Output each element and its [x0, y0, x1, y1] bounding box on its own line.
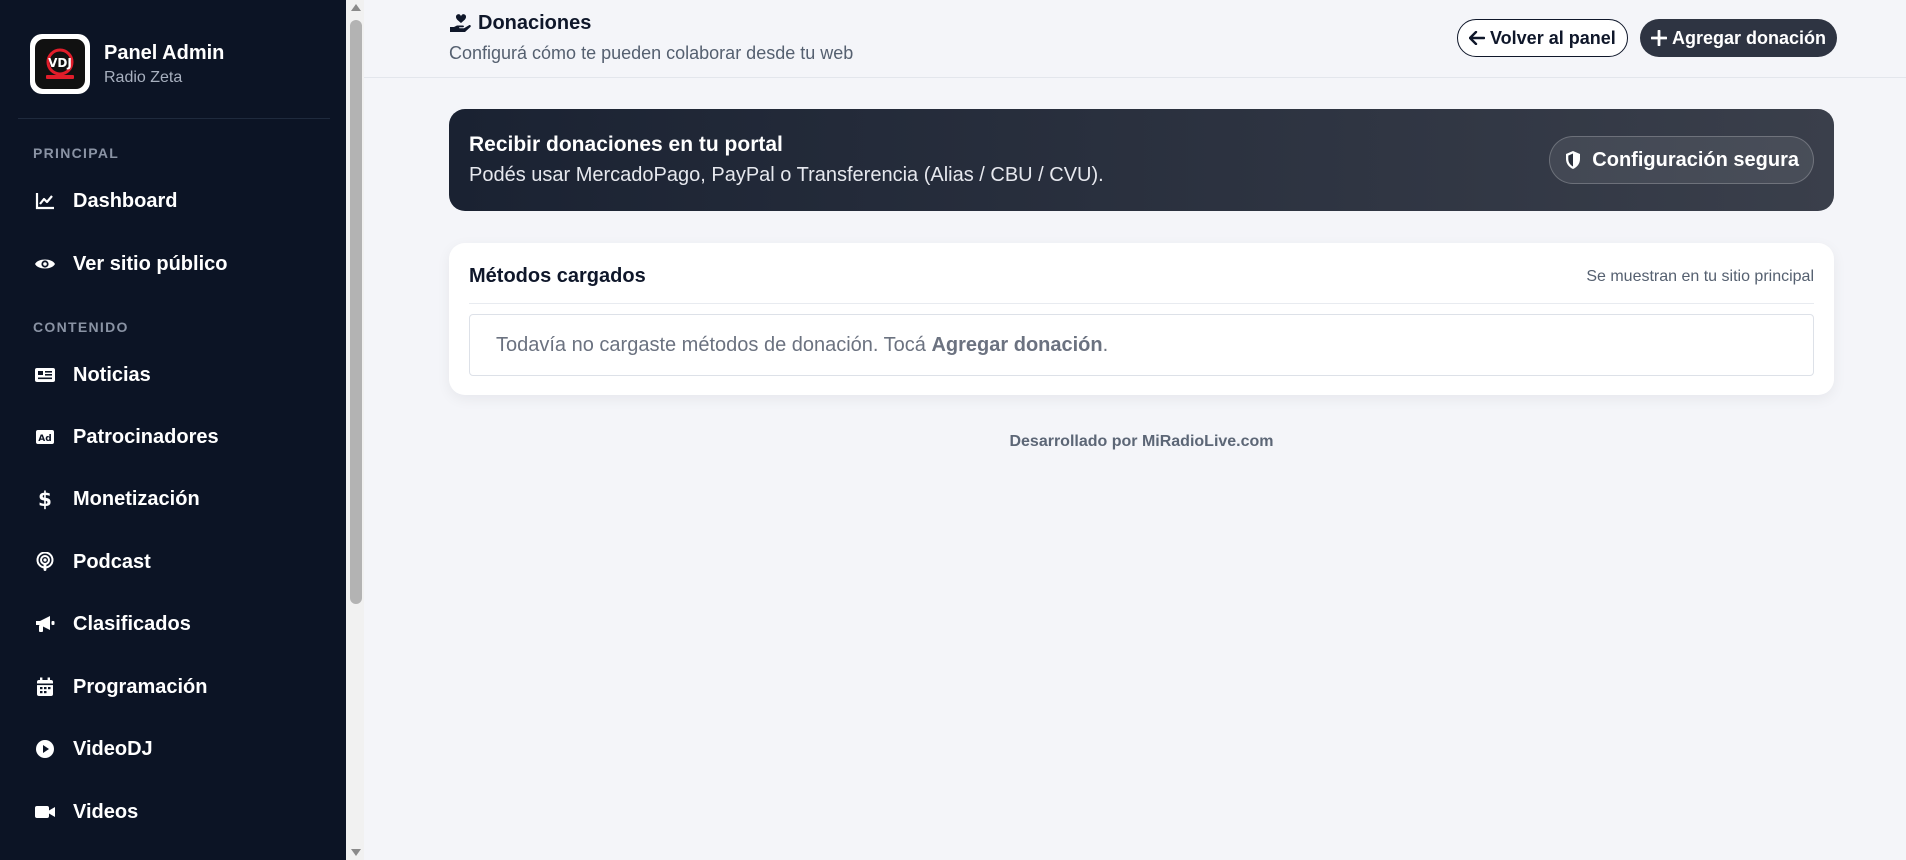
- sidebar-item-label: Clasificados: [73, 612, 191, 635]
- sidebar-item-monetizacion[interactable]: $ Monetización: [0, 473, 346, 525]
- methods-card: Métodos cargados Se muestran en tu sitio…: [449, 243, 1834, 395]
- calendar-icon: [34, 676, 56, 698]
- banner-text: Podés usar MercadoPago, PayPal o Transfe…: [469, 164, 1104, 186]
- sidebar-item-dashboard[interactable]: Dashboard: [0, 175, 346, 227]
- scroll-down-arrow-icon[interactable]: [351, 849, 361, 856]
- main-content: Donaciones Configurá cómo te pueden cola…: [364, 0, 1906, 860]
- chart-line-icon: [34, 190, 56, 212]
- videodj-logo-icon: VDJ: [46, 48, 74, 79]
- shield-icon: [1566, 151, 1581, 169]
- page-header: Donaciones Configurá cómo te pueden cola…: [364, 0, 1906, 78]
- sidebar-item-label: VideoDJ: [73, 737, 153, 760]
- sidebar-item-label: Ver sitio público: [73, 252, 228, 275]
- sidebar-item-programacion[interactable]: Programación: [0, 661, 346, 713]
- sidebar: VDJ Panel Admin Radio Zeta PRINCIPAL Das…: [0, 0, 346, 860]
- podcast-icon: [34, 551, 56, 573]
- secure-config-button[interactable]: Configuración segura: [1549, 136, 1814, 184]
- ad-icon: Ad: [34, 426, 56, 448]
- page-title: Donaciones: [449, 12, 591, 35]
- sidebar-item-label: Videos: [73, 800, 139, 823]
- brand-subtitle: Radio Zeta: [104, 69, 183, 86]
- add-donation-button[interactable]: Agregar donación: [1640, 19, 1838, 57]
- sidebar-item-label: Patrocinadores: [73, 425, 219, 448]
- empty-state-action: Agregar donación: [931, 333, 1103, 356]
- sidebar-item-podcast[interactable]: Podcast: [0, 536, 346, 588]
- sidebar-item-patrocinadores[interactable]: Ad Patrocinadores: [0, 411, 346, 463]
- logo-text: VDJ: [48, 56, 72, 70]
- empty-state-suffix: .: [1102, 333, 1109, 356]
- sidebar-item-label: Monetización: [73, 487, 200, 510]
- scroll-up-arrow-icon[interactable]: [351, 4, 361, 11]
- arrow-left-icon: [1469, 31, 1485, 45]
- newspaper-icon: [34, 364, 56, 386]
- sidebar-divider: [18, 118, 330, 119]
- sidebar-item-noticias[interactable]: Noticias: [0, 349, 346, 401]
- back-to-panel-button[interactable]: Volver al panel: [1457, 19, 1628, 57]
- page-title-text: Donaciones: [478, 12, 592, 34]
- brand[interactable]: VDJ Panel Admin Radio Zeta: [30, 34, 224, 94]
- secure-config-label: Configuración segura: [1592, 148, 1799, 171]
- methods-hint: Se muestran en tu sitio principal: [1586, 268, 1814, 285]
- sidebar-item-label: Programación: [73, 675, 208, 698]
- sidebar-item-ver-sitio[interactable]: Ver sitio público: [0, 238, 346, 290]
- hand-holding-heart-icon: [450, 13, 471, 32]
- empty-state: Todavía no cargaste métodos de donación.…: [469, 314, 1814, 376]
- sidebar-item-label: Dashboard: [73, 189, 178, 212]
- svg-text:Ad: Ad: [38, 434, 51, 444]
- methods-title: Métodos cargados: [469, 265, 646, 287]
- logo: VDJ: [30, 34, 90, 94]
- plus-icon: [1651, 30, 1667, 46]
- footer-credit: Desarrollado por MiRadioLive.com: [1009, 433, 1274, 450]
- play-circle-icon: [34, 738, 56, 760]
- card-divider: [469, 303, 1814, 304]
- donations-banner: Recibir donaciones en tu portal Podés us…: [449, 109, 1834, 211]
- page-subtitle: Configurá cómo te pueden colaborar desde…: [449, 43, 854, 63]
- sidebar-item-label: Noticias: [73, 363, 151, 386]
- dollar-icon: $: [34, 488, 56, 510]
- empty-state-text: Todavía no cargaste métodos de donación.…: [496, 333, 932, 356]
- add-button-label: Agregar donación: [1672, 27, 1827, 48]
- brand-title: Panel Admin: [104, 42, 225, 64]
- video-camera-icon: [34, 801, 56, 823]
- sidebar-item-clasificados[interactable]: Clasificados: [0, 598, 346, 650]
- banner-title: Recibir donaciones en tu portal: [469, 133, 783, 156]
- svg-text:$: $: [38, 488, 52, 510]
- section-label-contenido: CONTENIDO: [33, 319, 129, 335]
- eye-icon: [34, 253, 56, 275]
- sidebar-item-videos[interactable]: Videos: [0, 786, 346, 838]
- sidebar-item-label: Podcast: [73, 550, 151, 573]
- back-button-label: Volver al panel: [1490, 27, 1616, 48]
- scrollbar-thumb[interactable]: [350, 20, 362, 604]
- section-label-principal: PRINCIPAL: [33, 145, 120, 161]
- bullhorn-icon: [34, 613, 56, 635]
- sidebar-item-videodj[interactable]: VideoDJ: [0, 723, 346, 775]
